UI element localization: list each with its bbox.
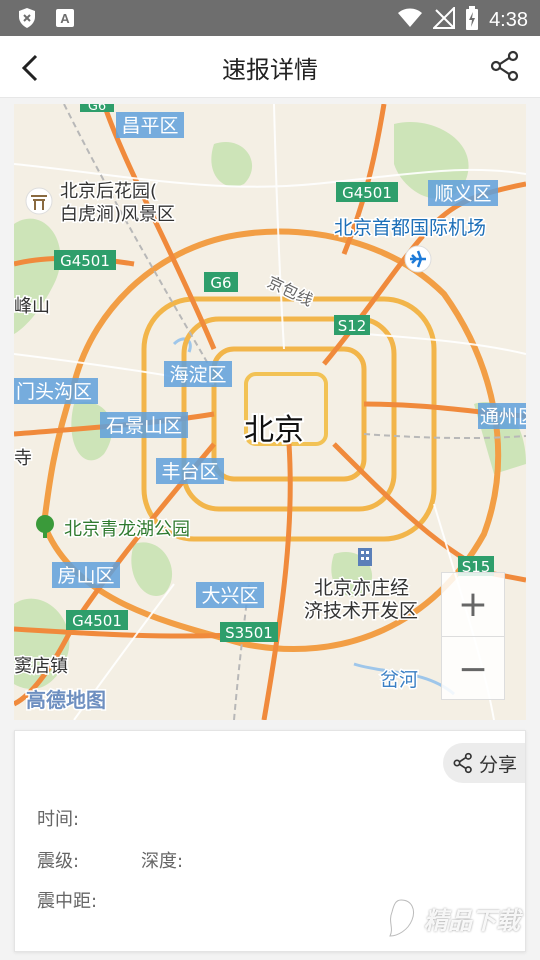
time-label: 时间: <box>37 809 80 830</box>
svg-text:A: A <box>60 11 70 26</box>
magnitude-label: 震级: <box>37 851 80 872</box>
airport-plane-icon <box>404 245 432 273</box>
map-label: G6 <box>88 104 106 114</box>
watermark-logo-icon <box>389 899 415 937</box>
map-label-shijingshan: 石景山区 <box>106 415 182 437</box>
map-label-yizhuang-2: 济技术开发区 <box>304 600 418 622</box>
zoom-out-button[interactable]: − <box>442 637 504 701</box>
status-time: 4:38 <box>489 8 528 31</box>
distance-label: 震中距: <box>37 891 98 912</box>
building-icon <box>358 548 372 566</box>
map-label-si: 寺 <box>14 448 32 469</box>
map-label-g4501-left: G4501 <box>60 252 110 270</box>
map-label-daxing: 大兴区 <box>201 585 258 607</box>
shield-x-icon <box>16 7 38 29</box>
map-label-tongzhou: 通州区 <box>480 406 526 428</box>
map-label-g4501-bottom: G4501 <box>72 612 122 630</box>
page-title: 速报详情 <box>222 56 318 84</box>
map-label-beijing: 北京 <box>244 413 304 448</box>
battery-icon <box>465 6 479 34</box>
top-app-bar: 速报详情 <box>0 36 540 98</box>
map-label-s12: S12 <box>338 317 367 335</box>
zoom-control: + − <box>441 572 505 700</box>
share-pill-button[interactable]: 分享 <box>443 743 525 783</box>
watermark-text: 精品下载 <box>424 906 520 935</box>
share-label: 分享 <box>479 753 518 776</box>
map-label-fengshan: 峰山 <box>14 296 50 317</box>
zoom-in-button[interactable]: + <box>442 573 504 637</box>
share-icon <box>453 752 472 774</box>
no-signal-icon <box>431 5 456 33</box>
map-label-houhuayuan-2: 白虎涧)风景区 <box>60 204 175 225</box>
map-label-s3501: S3501 <box>225 624 273 642</box>
map-label-yizhuang-1: 北京亦庄经 <box>314 577 409 599</box>
wifi-icon <box>397 8 423 32</box>
map-label-haidian: 海淀区 <box>169 364 226 386</box>
map-label-shunyi: 顺义区 <box>434 183 491 205</box>
share-icon <box>490 50 519 82</box>
watermark: 精品下载 <box>384 898 520 938</box>
map-label-qinglonghu: 北京青龙湖公园 <box>64 519 190 540</box>
map-label-fangshan: 房山区 <box>57 565 114 587</box>
map-label-houhuayuan-1: 北京后花园( <box>60 181 157 202</box>
map-label-mentougou: 门头沟区 <box>16 381 92 403</box>
map-label-chahe: 岔河 <box>380 669 418 691</box>
map-label-dianzhen: 窦店镇 <box>14 656 68 677</box>
map-label-fengtai: 丰台区 <box>161 461 218 483</box>
map-label-airport: 北京首都国际机场 <box>334 217 486 239</box>
depth-label: 深度: <box>141 851 184 872</box>
map-label-g4501-top: G4501 <box>342 184 392 202</box>
a-badge-icon: A <box>54 7 76 29</box>
map-view[interactable]: G6 昌平区 北京后花园( 白虎涧)风景区 G4501 顺义区 北京首都国际机场… <box>14 104 526 720</box>
map-logo: 高德地图 <box>26 688 106 712</box>
scenic-pin-icon <box>25 187 53 215</box>
share-button[interactable] <box>488 48 522 84</box>
status-bar: A 4:38 <box>0 0 540 36</box>
map-label-g6: G6 <box>210 274 231 292</box>
map-label-changping: 昌平区 <box>121 115 178 137</box>
